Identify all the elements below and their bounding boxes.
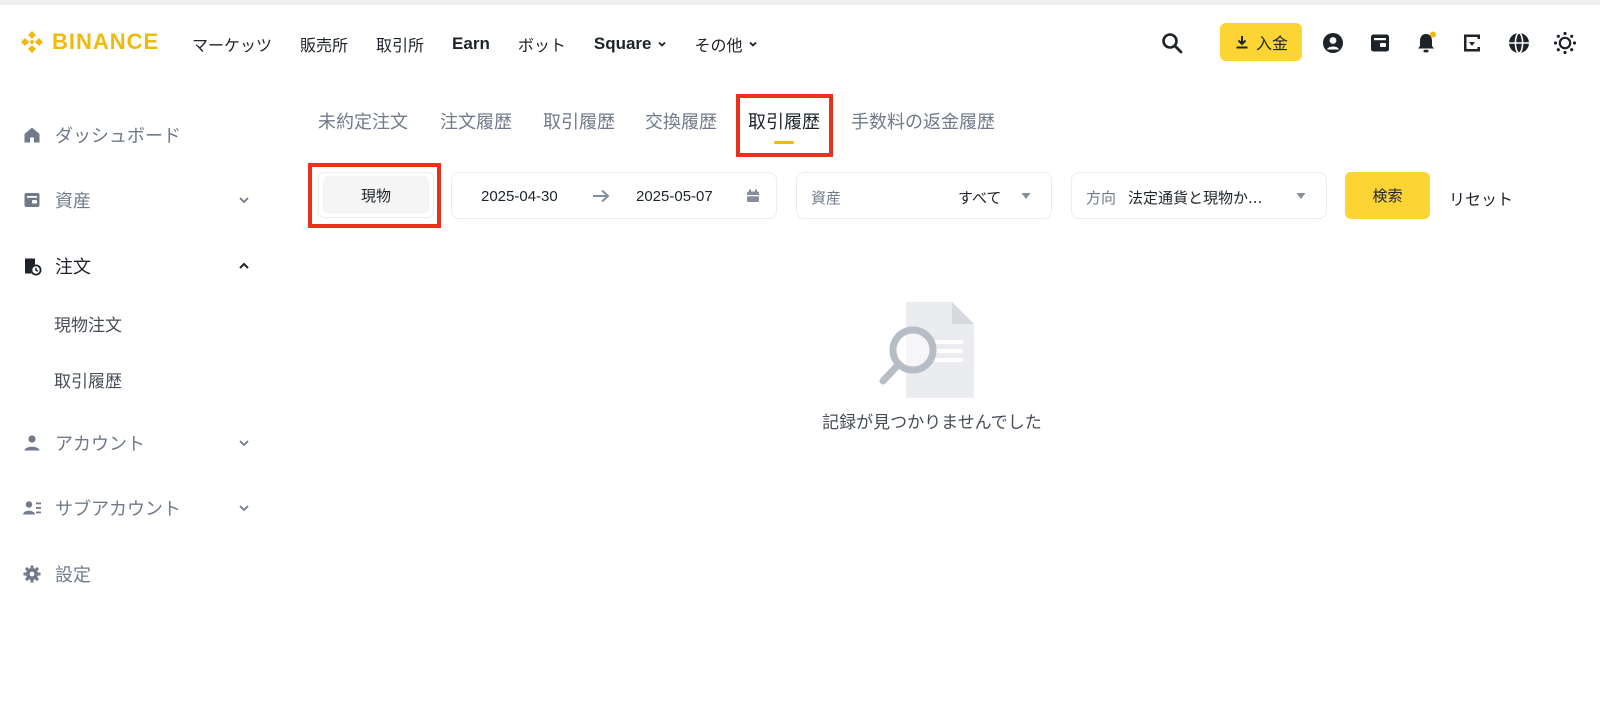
sidebar-item-label: 資産	[55, 191, 91, 212]
sidebar-item-settings[interactable]: 設定	[22, 554, 258, 594]
header-actions: 入金	[1160, 23, 1600, 63]
tab-convert-history[interactable]: 交換履歴	[645, 108, 717, 134]
user-profile-icon[interactable]	[1321, 31, 1345, 55]
home-icon	[24, 127, 40, 143]
sidebar-item-account[interactable]: アカウント	[22, 423, 258, 463]
tab-trade-history[interactable]: 取引履歴	[543, 108, 615, 134]
chevron-down-icon	[657, 41, 666, 47]
binance-logo-icon	[21, 31, 43, 53]
chevron-down-icon	[239, 197, 249, 204]
nav-bots[interactable]: ボット	[518, 32, 566, 56]
sidebar-item-label: 設定	[55, 565, 91, 586]
calendar-icon[interactable]	[746, 189, 760, 203]
chevron-up-icon	[239, 262, 249, 269]
sidebar-item-label: サブアカウント	[55, 499, 181, 520]
caret-down-icon	[1021, 193, 1031, 199]
gear-icon	[23, 565, 41, 583]
no-records-illustration-icon	[879, 302, 974, 398]
theme-toggle-icon[interactable]	[1553, 31, 1577, 55]
deposit-button[interactable]: 入金	[1220, 23, 1302, 61]
main-nav: マーケッツ 販売所 取引所 Earn ボット Square その他	[192, 32, 786, 56]
sidebar-subitem-spot-orders[interactable]: 現物注文	[54, 311, 122, 336]
asset-filter-select[interactable]: 資産 すべて	[796, 172, 1052, 219]
order-icon	[25, 258, 42, 276]
sidebar-item-orders[interactable]: 注文	[22, 246, 258, 286]
notification-bell-icon[interactable]	[1414, 31, 1438, 55]
sidebar-subitem-trade-history[interactable]: 取引履歴	[54, 367, 122, 392]
sub-account-icon	[23, 501, 41, 515]
top-header: BINANCE マーケッツ 販売所 取引所 Earn ボット Square その…	[0, 5, 1600, 79]
search-icon[interactable]	[1160, 31, 1184, 55]
arrow-right-icon	[593, 189, 610, 203]
deposit-label: 入金	[1255, 34, 1288, 53]
sidebar-item-assets[interactable]: 資産	[22, 180, 258, 220]
highlight-box-spot	[308, 163, 441, 228]
direction-filter-label: 方向	[1086, 189, 1117, 207]
caret-down-icon	[1296, 193, 1306, 199]
brand-name: BINANCE	[52, 29, 160, 54]
date-from[interactable]: 2025-04-30	[481, 188, 558, 205]
download-app-icon[interactable]	[1460, 31, 1484, 55]
sidebar-item-sub-account[interactable]: サブアカウント	[22, 488, 258, 528]
sidebar-item-label: ダッシュボード	[55, 126, 181, 147]
asset-filter-value: すべて	[958, 189, 1002, 207]
reset-button[interactable]: リセット	[1449, 186, 1513, 210]
chevron-down-icon	[748, 41, 757, 47]
date-range-picker[interactable]: 2025-04-30 2025-05-07	[451, 172, 777, 219]
chevron-down-icon	[239, 440, 249, 447]
deposit-download-icon	[1236, 36, 1248, 49]
binance-logo[interactable]: BINANCE	[19, 29, 159, 55]
date-to[interactable]: 2025-05-07	[636, 188, 713, 205]
nav-square-label: Square	[593, 34, 652, 53]
nav-more[interactable]: その他	[695, 32, 758, 56]
tab-open-orders[interactable]: 未約定注文	[318, 108, 408, 134]
highlight-box-tab	[736, 94, 833, 157]
chevron-down-icon	[239, 505, 249, 512]
nav-more-label: その他	[694, 36, 743, 55]
direction-filter-select[interactable]: 方向 法定通貨と現物か...	[1071, 172, 1327, 219]
sidebar-item-label: アカウント	[55, 434, 145, 455]
nav-square[interactable]: Square	[594, 34, 667, 54]
user-icon	[24, 435, 40, 451]
nav-earn[interactable]: Earn	[452, 34, 490, 54]
direction-filter-value: 法定通貨と現物か...	[1128, 189, 1263, 207]
nav-markets[interactable]: マーケッツ	[192, 32, 272, 56]
tab-fee-rebate-history[interactable]: 手数料の返金履歴	[851, 108, 995, 134]
wallet-icon	[24, 193, 40, 207]
wallet-icon[interactable]	[1368, 31, 1392, 55]
sidebar-item-dashboard[interactable]: ダッシュボード	[22, 115, 258, 155]
nav-buy-crypto[interactable]: 販売所	[300, 32, 348, 56]
nav-exchange[interactable]: 取引所	[376, 32, 424, 56]
asset-filter-label: 資産	[811, 189, 842, 207]
tab-order-history[interactable]: 注文履歴	[440, 108, 512, 134]
sidebar-item-label: 注文	[55, 257, 91, 278]
search-button[interactable]: 検索	[1345, 172, 1430, 219]
language-globe-icon[interactable]	[1507, 31, 1531, 55]
empty-state-message: 記録が見つかりませんでした	[822, 413, 1042, 433]
